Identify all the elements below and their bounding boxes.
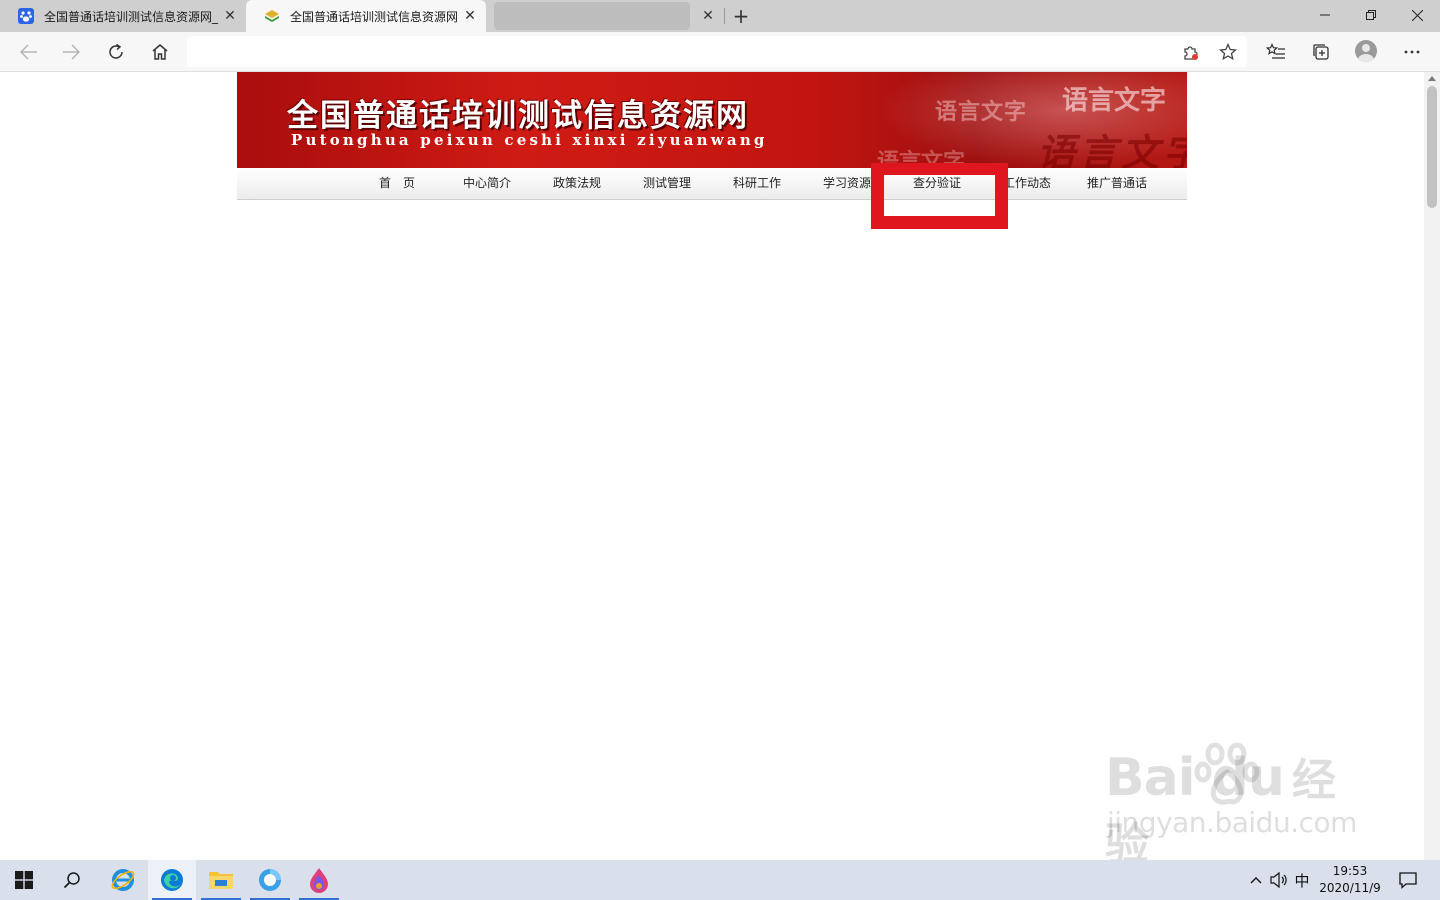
tab-strip: 全国普通话培训测试信息资源网_ ✕ 全国普通话培训测试信息资源网 ✕ ✕ + bbox=[0, 0, 1440, 32]
new-tab-icon[interactable]: + bbox=[729, 4, 753, 28]
nav-promote-putonghua[interactable]: 推广普通话 bbox=[1072, 168, 1162, 198]
collections-icon[interactable] bbox=[1306, 38, 1336, 66]
clock-date: 2020/11/9 bbox=[1319, 881, 1381, 895]
file-explorer-icon[interactable] bbox=[197, 860, 245, 900]
banner-deco-text: 语言文字 bbox=[935, 99, 1028, 125]
baidu-paw-icon bbox=[18, 8, 34, 24]
tab-separator bbox=[724, 8, 725, 24]
home-icon[interactable] bbox=[145, 38, 175, 66]
nav-center-intro[interactable]: 中心简介 bbox=[442, 168, 532, 198]
nav-home[interactable]: 首 页 bbox=[352, 168, 442, 198]
browser-app-icon[interactable] bbox=[246, 860, 294, 900]
watermark-paw-icon bbox=[1194, 742, 1260, 805]
restore-icon[interactable] bbox=[1348, 0, 1394, 30]
ie-icon[interactable] bbox=[99, 860, 147, 900]
nav-test-management[interactable]: 测试管理 bbox=[622, 168, 712, 198]
site-book-icon bbox=[264, 8, 280, 24]
minimize-icon[interactable] bbox=[1302, 0, 1348, 30]
search-icon[interactable] bbox=[48, 860, 96, 900]
back-icon[interactable] bbox=[14, 38, 44, 66]
site-title: 全国普通话培训测试信息资源网 bbox=[287, 98, 749, 134]
scroll-thumb[interactable] bbox=[1427, 86, 1437, 208]
ime-indicator[interactable]: 中 bbox=[1292, 860, 1312, 900]
tab-baidu[interactable]: 全国普通话培训测试信息资源网_ ✕ bbox=[0, 0, 246, 32]
volume-icon[interactable] bbox=[1268, 860, 1290, 900]
edge-icon[interactable] bbox=[148, 860, 196, 900]
system-clock[interactable]: 19:53 2020/11/9 bbox=[1314, 863, 1386, 897]
page-viewport: 语言文字 语言文字 语言文字 语言文字 全国普通话培训测试信息资源网 Puton… bbox=[0, 72, 1424, 860]
scroll-up-icon[interactable] bbox=[1428, 76, 1436, 81]
tab-active-site[interactable]: 全国普通话培训测试信息资源网 ✕ bbox=[246, 0, 486, 32]
clock-time: 19:53 bbox=[1332, 864, 1368, 878]
site-banner: 语言文字 语言文字 语言文字 语言文字 全国普通话培训测试信息资源网 Puton… bbox=[237, 72, 1187, 168]
more-menu-icon[interactable] bbox=[1397, 38, 1427, 66]
tab-blank[interactable]: ✕ bbox=[492, 0, 724, 32]
banner-deco-text: 语言文字 bbox=[1062, 86, 1167, 116]
tab-close-icon[interactable]: ✕ bbox=[460, 6, 480, 26]
profile-avatar-icon[interactable] bbox=[1355, 40, 1377, 62]
windows-taskbar: 中 19:53 2020/11/9 bbox=[0, 860, 1440, 900]
tab-title: 全国普通话培训测试信息资源网 bbox=[290, 9, 459, 24]
tab-close-icon[interactable]: ✕ bbox=[220, 6, 240, 26]
favorites-list-icon[interactable] bbox=[1261, 38, 1291, 66]
site-nav: 首 页 中心简介 政策法规 测试管理 科研工作 学习资源 查分验证 工作动态 推… bbox=[237, 168, 1187, 200]
refresh-icon[interactable] bbox=[101, 38, 131, 66]
tab-title: 全国普通话培训测试信息资源网_ bbox=[44, 9, 219, 24]
address-bar[interactable] bbox=[187, 36, 1247, 67]
browser-toolbar bbox=[0, 32, 1440, 72]
tab-close-icon[interactable]: ✕ bbox=[698, 6, 718, 26]
windows-start-icon[interactable] bbox=[0, 860, 48, 900]
site-subtitle: Putonghua peixun ceshi xinxi ziyuanwang bbox=[291, 131, 768, 149]
nav-policies[interactable]: 政策法规 bbox=[532, 168, 622, 198]
favorite-star-icon[interactable] bbox=[1217, 42, 1239, 62]
highlight-box bbox=[871, 163, 1008, 229]
notification-center-icon[interactable] bbox=[1396, 860, 1420, 900]
forward-icon[interactable] bbox=[56, 38, 86, 66]
tab-placeholder bbox=[494, 2, 690, 30]
paint-drop-icon[interactable] bbox=[295, 860, 343, 900]
nav-research[interactable]: 科研工作 bbox=[712, 168, 802, 198]
watermark-url: jingyan.baidu.com bbox=[1107, 806, 1357, 839]
vertical-scrollbar[interactable] bbox=[1424, 72, 1440, 860]
tray-overflow-chevron-icon[interactable] bbox=[1246, 860, 1266, 900]
banner-deco-calligraphy: 语言文字 bbox=[1037, 130, 1187, 168]
close-window-icon[interactable] bbox=[1394, 0, 1440, 30]
extension-puzzle-icon[interactable] bbox=[1179, 42, 1201, 62]
baidu-jingyan-watermark: Bai du 经验 jingyan.baidu.com bbox=[1105, 742, 1365, 860]
